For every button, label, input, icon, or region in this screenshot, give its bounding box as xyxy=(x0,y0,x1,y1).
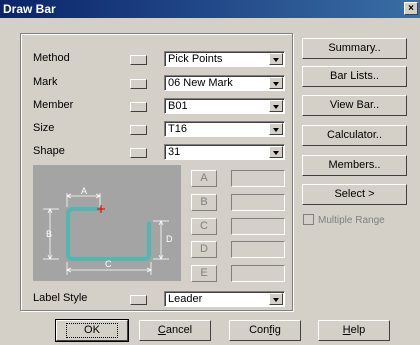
bar-lists-button[interactable]: Bar Lists.. xyxy=(302,66,407,87)
ok-button[interactable]: OK xyxy=(55,319,129,342)
window-title: Draw Bar xyxy=(3,2,56,16)
label-style-select[interactable]: Leader xyxy=(164,291,285,307)
bar-shape-svg: A B C D xyxy=(43,186,173,275)
dimension-b-label: B xyxy=(46,229,52,239)
chevron-down-icon[interactable] xyxy=(269,77,283,89)
multiple-range-checkbox[interactable]: Multiple Range xyxy=(303,214,385,226)
draw-bar-dialog: Draw Bar × Method Pick Points Mark 06 Ne… xyxy=(0,0,420,345)
config-label-start: Con xyxy=(249,324,270,336)
dim-d-field xyxy=(231,241,285,258)
method-label: Method xyxy=(33,52,70,64)
dim-b-button: B xyxy=(191,194,217,211)
dim-a-field xyxy=(231,170,285,187)
dim-e-button: E xyxy=(191,265,217,282)
mark-select[interactable]: 06 New Mark xyxy=(164,75,285,91)
calculator-button[interactable]: Calculator.. xyxy=(302,125,407,146)
member-label: Member xyxy=(33,99,74,111)
multiple-range-label: Multiple Range xyxy=(318,215,385,226)
cancel-mnemonic: C xyxy=(157,324,166,336)
help-mnemonic: H xyxy=(342,324,351,336)
mark-value: 06 New Mark xyxy=(168,77,233,89)
chevron-down-icon[interactable] xyxy=(269,123,283,135)
config-label-end: ig xyxy=(272,324,281,336)
size-label: Size xyxy=(33,122,55,134)
dim-d-button: D xyxy=(191,241,217,258)
dimension-a-label: A xyxy=(81,186,87,196)
start-point-marker xyxy=(97,205,105,213)
dim-c-button: C xyxy=(191,218,217,235)
dim-e-field xyxy=(231,265,285,282)
mark-label: Mark xyxy=(33,76,58,88)
dim-b-field xyxy=(231,194,285,211)
summary-button[interactable]: Summary.. xyxy=(302,38,407,59)
help-label: elp xyxy=(350,324,366,336)
method-value: Pick Points xyxy=(168,53,223,65)
title-bar: Draw Bar × xyxy=(0,0,420,18)
member-value: B01 xyxy=(168,100,188,112)
help-button[interactable]: Help xyxy=(318,320,390,341)
label-style-pick-button[interactable] xyxy=(130,295,147,305)
ok-label: OK xyxy=(66,323,118,338)
view-bar-button[interactable]: View Bar.. xyxy=(302,95,407,116)
dim-c-field xyxy=(231,218,285,235)
size-value: T16 xyxy=(168,123,187,135)
method-select[interactable]: Pick Points xyxy=(164,51,285,67)
chevron-down-icon[interactable] xyxy=(269,146,283,158)
config-button[interactable]: Config xyxy=(229,320,301,341)
dimension-d-label: D xyxy=(166,234,173,244)
cancel-button[interactable]: Cancel xyxy=(139,320,211,341)
mark-pick-button[interactable] xyxy=(130,79,147,89)
cancel-label: ancel xyxy=(165,324,193,336)
dimension-c-label: C xyxy=(105,259,112,269)
shape-select[interactable]: 31 xyxy=(164,144,285,160)
label-style-label: Label Style xyxy=(33,292,88,304)
chevron-down-icon[interactable] xyxy=(269,53,283,65)
shape-diagram: A B C D xyxy=(33,165,181,281)
chevron-down-icon[interactable] xyxy=(269,293,283,305)
label-style-value: Leader xyxy=(168,293,203,305)
member-select[interactable]: B01 xyxy=(164,98,285,114)
dim-a-button: A xyxy=(191,170,217,187)
member-pick-button[interactable] xyxy=(130,102,147,112)
chevron-down-icon[interactable] xyxy=(269,100,283,112)
shape-value: 31 xyxy=(168,146,181,158)
shape-pick-button[interactable] xyxy=(130,148,147,158)
bar-path xyxy=(66,207,151,261)
method-pick-button[interactable] xyxy=(130,55,147,65)
checkbox-box[interactable] xyxy=(303,214,314,225)
close-button[interactable]: × xyxy=(404,2,418,15)
shape-label: Shape xyxy=(33,145,65,157)
size-pick-button[interactable] xyxy=(130,125,147,135)
size-select[interactable]: T16 xyxy=(164,121,285,137)
members-button[interactable]: Members.. xyxy=(302,155,407,176)
select-button[interactable]: Select > xyxy=(302,184,407,205)
